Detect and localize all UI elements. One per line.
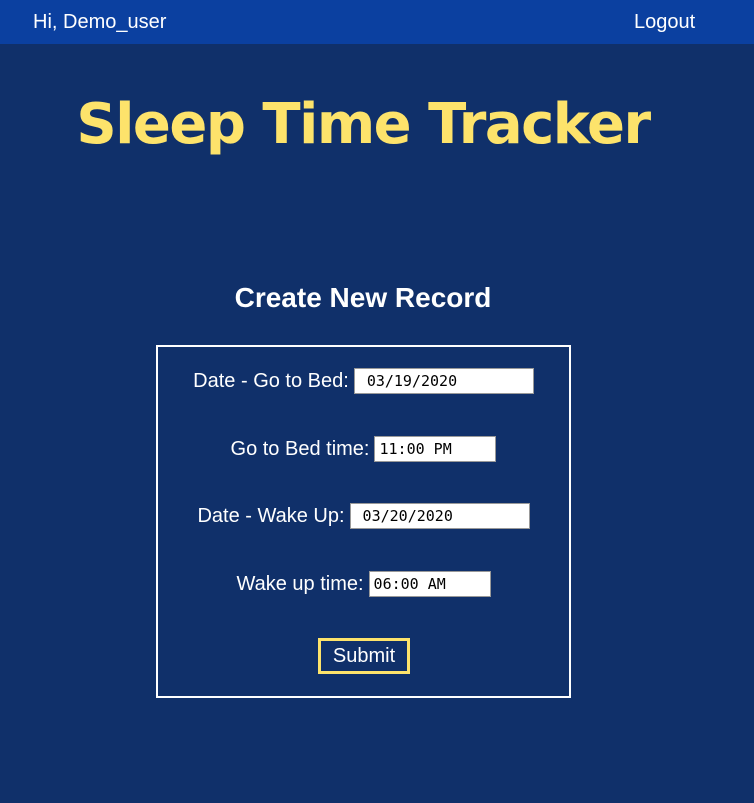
wake-time-label: Wake up time:: [236, 572, 364, 595]
wake-time-input[interactable]: [368, 571, 491, 597]
bed-time-label: Go to Bed time:: [230, 437, 370, 460]
record-form: Date - Go to Bed: Go to Bed time: Date -…: [156, 345, 571, 698]
logout-link[interactable]: Logout: [634, 10, 695, 34]
form-heading: Create New Record: [234, 282, 492, 313]
app-title: Sleep Time Tracker: [76, 92, 651, 157]
bed-date-label: Date - Go to Bed:: [193, 369, 349, 392]
bed-date-row: Date - Go to Bed:: [158, 366, 569, 396]
wake-time-row: Wake up time:: [158, 569, 569, 599]
wake-date-input[interactable]: [349, 503, 530, 529]
submit-button[interactable]: Submit: [318, 638, 410, 674]
bed-date-input[interactable]: [353, 368, 534, 394]
wake-date-row: Date - Wake Up:: [158, 501, 569, 531]
top-navbar: Hi, Demo_user Logout: [0, 0, 754, 44]
user-greeting: Hi, Demo_user: [33, 11, 167, 33]
wake-date-label: Date - Wake Up:: [197, 504, 345, 527]
bed-time-input[interactable]: [374, 436, 497, 462]
bed-time-row: Go to Bed time:: [158, 434, 569, 464]
